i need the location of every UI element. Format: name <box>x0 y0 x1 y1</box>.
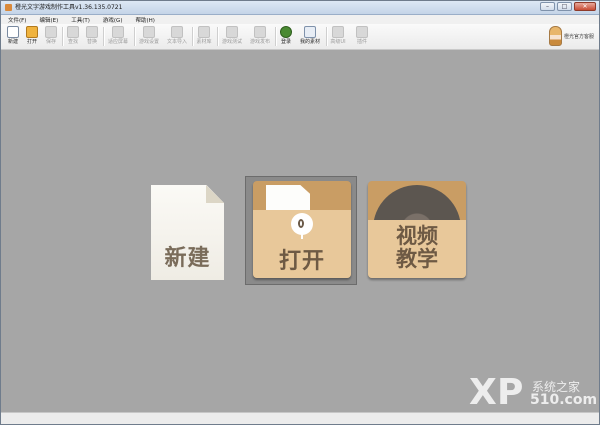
open-project-label: 打开 <box>278 249 325 274</box>
new-button[interactable]: 新建 <box>4 25 22 48</box>
watermark-logo-x: X <box>469 372 497 413</box>
menu-edit[interactable]: 编辑(E) <box>39 16 58 24</box>
game-settings-label: 游戏设置 <box>138 39 159 45</box>
maximize-button[interactable]: □ <box>557 2 572 11</box>
new-file-icon <box>7 26 19 38</box>
video-tutorial-label-line2: 教学 <box>396 247 438 271</box>
zoom-fit-icon <box>112 26 124 38</box>
replace-icon <box>86 26 98 38</box>
menu-bar: 文件(F) 编辑(E) 工具(T) 游戏(G) 帮助(H) <box>1 15 599 24</box>
tag-hole <box>298 219 304 228</box>
customer-service-label: 橙光官方客服 <box>563 33 594 40</box>
login-icon <box>280 26 292 38</box>
toolbar: 新建 打开 保存 查找 替换 适应屏幕 游戏设置 文本导入 素材库 游戏测试 游… <box>1 24 599 50</box>
text-import-label: 文本导入 <box>166 39 187 45</box>
page-fold <box>206 185 224 203</box>
advanced-ui-button[interactable]: 高级UI <box>328 25 348 48</box>
window-controls: – □ ✕ <box>540 2 596 11</box>
gear-icon <box>143 26 155 38</box>
close-button[interactable]: ✕ <box>574 2 596 11</box>
menu-tools[interactable]: 工具(T) <box>71 16 90 24</box>
start-page: 新建 打开 视频 教学 <box>2 50 598 412</box>
customer-service-link[interactable]: 橙光官方客服 <box>548 25 594 47</box>
window-title: 橙光文字游戏制作工具v1.36.135.0721 <box>15 4 123 11</box>
fit-screen-label: 适应屏幕 <box>107 39 128 45</box>
menu-file[interactable]: 文件(F) <box>8 16 26 24</box>
video-tutorial-label-line1: 视频 <box>396 224 438 248</box>
find-label: 查找 <box>67 39 78 45</box>
open-label: 打开 <box>26 39 37 45</box>
plugin-icon <box>356 26 368 38</box>
save-label: 保存 <box>45 39 56 45</box>
login-button[interactable]: 登录 <box>277 25 295 48</box>
game-publish-button[interactable]: 游戏发布 <box>247 25 273 48</box>
cloud-folder-icon <box>304 26 316 38</box>
new-label: 新建 <box>7 39 18 45</box>
site-watermark: X P 系统之家 510.com <box>469 372 597 417</box>
mascot-avatar-icon <box>548 26 562 46</box>
my-material-label: 我的素材 <box>299 39 320 45</box>
folder-open-icon <box>26 26 38 38</box>
material-library-button[interactable]: 素材库 <box>194 25 214 48</box>
watermark-logo-p: P <box>497 372 524 413</box>
find-button[interactable]: 查找 <box>64 25 82 48</box>
new-project-card[interactable]: 新建 <box>151 185 224 280</box>
monitor-icon <box>226 26 238 38</box>
title-bar[interactable]: 橙光文字游戏制作工具v1.36.135.0721 – □ ✕ <box>1 1 599 15</box>
plugins-label: 插件 <box>356 39 367 45</box>
replace-button[interactable]: 替换 <box>83 25 101 48</box>
text-import-button[interactable]: 文本导入 <box>164 25 190 48</box>
save-button[interactable]: 保存 <box>42 25 60 48</box>
app-window: 橙光文字游戏制作工具v1.36.135.0721 – □ ✕ 文件(F) 编辑(… <box>0 0 600 425</box>
material-library-icon <box>198 26 210 38</box>
plugins-button[interactable]: 插件 <box>350 25 374 48</box>
game-test-button[interactable]: 游戏测试 <box>219 25 245 48</box>
advanced-ui-icon <box>332 26 344 38</box>
minimize-button[interactable]: – <box>540 2 555 11</box>
replace-label: 替换 <box>86 39 97 45</box>
text-import-icon <box>171 26 183 38</box>
menu-game[interactable]: 游戏(G) <box>103 16 123 24</box>
fit-screen-button[interactable]: 适应屏幕 <box>105 25 131 48</box>
game-test-label: 游戏测试 <box>221 39 242 45</box>
advanced-ui-label: 高级UI <box>330 39 346 45</box>
video-tutorial-label: 视频 教学 <box>368 225 466 271</box>
video-tutorial-card[interactable]: 视频 教学 <box>368 181 466 278</box>
menu-help[interactable]: 帮助(H) <box>135 16 154 24</box>
game-settings-button[interactable]: 游戏设置 <box>136 25 162 48</box>
open-button[interactable]: 打开 <box>23 25 41 48</box>
game-publish-label: 游戏发布 <box>249 39 270 45</box>
open-project-card[interactable]: 打开 <box>253 181 351 278</box>
app-icon <box>5 4 12 11</box>
material-library-label: 素材库 <box>196 39 212 45</box>
watermark-line2: 510.com <box>530 392 598 408</box>
new-project-label: 新建 <box>164 246 211 271</box>
publish-icon <box>254 26 266 38</box>
find-icon <box>67 26 79 38</box>
login-label: 登录 <box>280 39 291 45</box>
save-icon <box>45 26 57 38</box>
my-material-button[interactable]: 我的素材 <box>297 25 323 48</box>
